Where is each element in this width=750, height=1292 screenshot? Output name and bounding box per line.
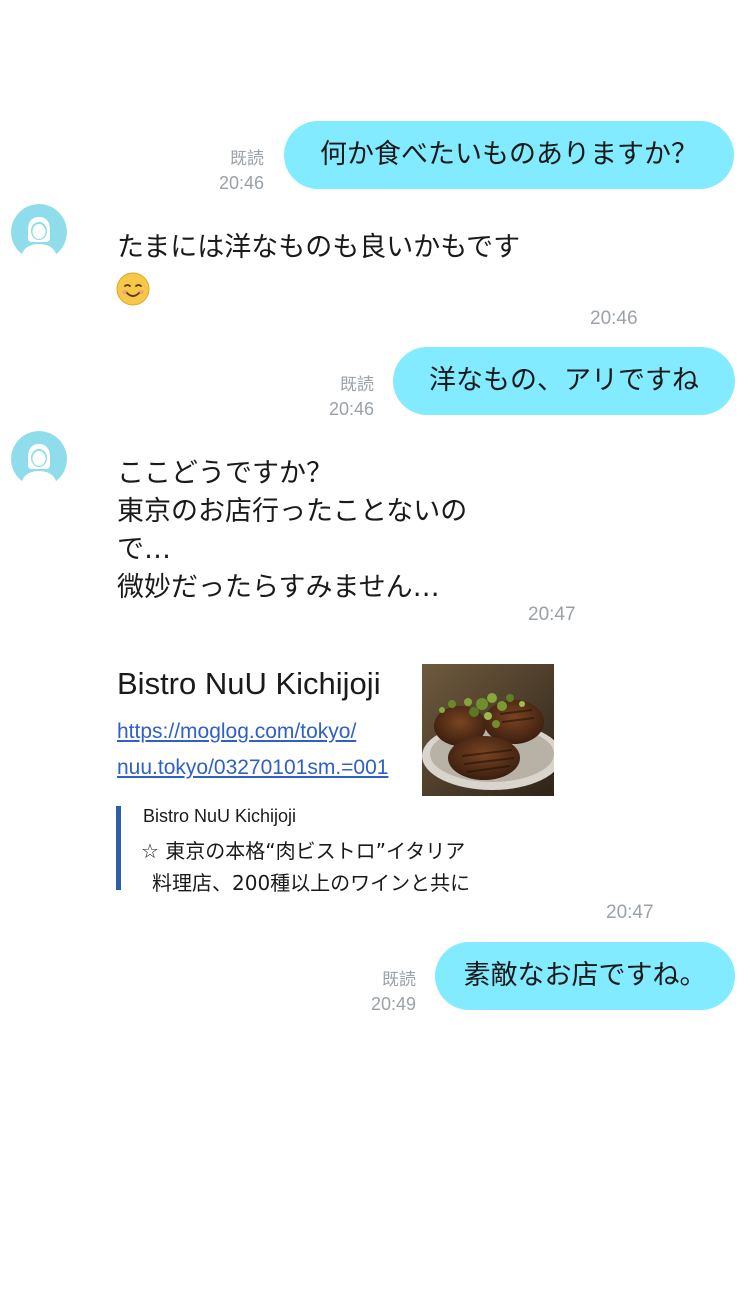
- incoming-message[interactable]: たまには洋なものも良いかもです: [117, 229, 520, 267]
- message-text: 洋なもの、アリですね: [429, 365, 699, 396]
- read-label: 既読: [340, 375, 374, 394]
- message-time: 20:47: [528, 604, 576, 625]
- contact-avatar[interactable]: [11, 204, 67, 260]
- read-receipt: 既読 20:46: [190, 147, 264, 195]
- link-preview-site-name: Bistro NuU Kichijoji: [143, 806, 297, 826]
- message-line: 微妙だったらすみません…: [117, 572, 440, 603]
- description-line: ☆ 東京の本格“肉ビストロ”イタリア: [141, 839, 466, 863]
- message-time: 20:46: [218, 173, 264, 193]
- url-line: nuu.tokyo/03270101sm.=001: [117, 756, 389, 779]
- message-time: 20:46: [328, 399, 374, 419]
- message-text: 素敵なお店ですね。: [463, 960, 707, 991]
- link-preview-title: Bistro NuU Kichijoji: [117, 666, 381, 701]
- description-line: 料理店、200種以上のワインと共に: [152, 871, 471, 895]
- link-preview-url[interactable]: https://moglog.com/tokyo/ nuu.tokyo/0327…: [117, 714, 388, 786]
- read-receipt: 既読 20:49: [342, 968, 416, 1016]
- person-avatar-icon: [11, 204, 67, 260]
- read-label: 既読: [382, 970, 416, 989]
- contact-avatar[interactable]: [11, 431, 67, 487]
- message-line: で…: [117, 534, 171, 565]
- incoming-message[interactable]: ここどうですか？ 東京のお店行ったことないの で… 微妙だったらすみません…: [117, 455, 467, 607]
- message-time: 20:49: [370, 994, 416, 1014]
- message-text: 何か食べたいものありますか？: [320, 139, 698, 170]
- message-line: ここどうですか？: [117, 458, 333, 489]
- message-time: 20:46: [590, 308, 638, 329]
- read-label: 既読: [230, 149, 264, 168]
- outgoing-message-bubble[interactable]: 素敵なお店ですね。: [435, 942, 735, 1010]
- message-line: 東京のお店行ったことないの: [117, 496, 468, 527]
- quote-bar: [116, 806, 121, 890]
- message-line: たまには洋なものも良いかもです: [117, 232, 521, 263]
- link-preview-thumbnail[interactable]: [422, 664, 554, 796]
- link-preview-description: ☆ 東京の本格“肉ビストロ”イタリア 料理店、200種以上のワインと共に: [141, 835, 470, 899]
- message-time: 20:47: [606, 902, 654, 923]
- person-avatar-icon: [11, 431, 67, 487]
- read-receipt: 既読 20:46: [300, 373, 374, 421]
- outgoing-message-bubble[interactable]: 何か食べたいものありますか？: [284, 121, 734, 189]
- outgoing-message-bubble[interactable]: 洋なもの、アリですね: [393, 347, 735, 415]
- smiling-face-emoji-icon: [116, 272, 150, 306]
- grilled-meat-photo: [422, 664, 554, 796]
- url-line: https://moglog.com/tokyo/: [117, 720, 357, 743]
